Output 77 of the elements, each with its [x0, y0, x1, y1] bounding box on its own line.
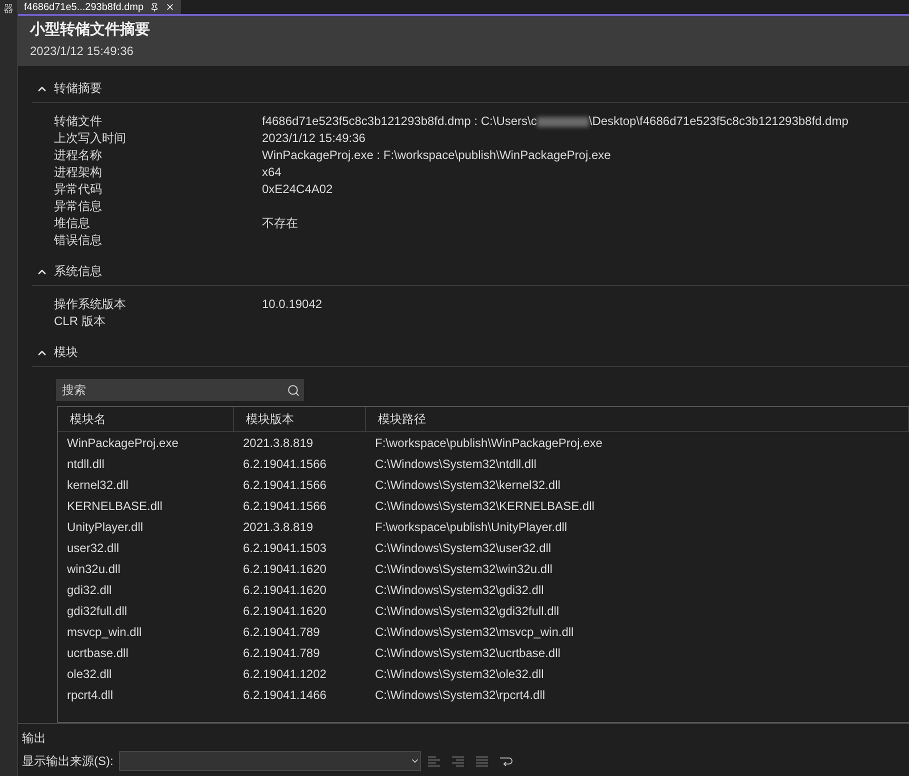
table-cell-text: 6.2.19041.1566 — [242, 498, 328, 512]
property-value: f4686d71e523f5c8c3b121293b8fd.dmp : C:\Users\c — [262, 114, 537, 128]
table-cell-text: UnityPlayer.dll — [66, 520, 144, 534]
table-cell-text: 6.2.19041.789 — [242, 646, 321, 660]
table-cell-text: C:\Windows\System32\gdi32full.dll — [374, 604, 560, 618]
column-header[interactable]: 模块版本 — [234, 407, 366, 431]
table-cell-text: 6.2.19041.1566 — [242, 456, 328, 470]
word-wrap-icon[interactable] — [499, 755, 514, 767]
table-cell-text: 6.2.19041.1620 — [242, 582, 328, 596]
search-icon[interactable] — [287, 384, 300, 396]
table-cell-text: ole32.dll — [66, 666, 113, 680]
table-cell-text: rpcrt4.dll — [66, 688, 114, 702]
property-label: 进程架构 — [54, 164, 103, 181]
property-label: 异常信息 — [54, 198, 103, 215]
property-value: \Desktop\f4686d71e523f5c8c3b121293b8fd.dmp — [588, 114, 848, 128]
document-tab[interactable]: f4686d71e5...293b8fd.dmp — [18, 0, 181, 14]
table-cell-text: C:\Windows\System32\win32u.dll — [374, 562, 554, 576]
align-icon[interactable] — [451, 755, 466, 767]
property-value: 10.0.19042 — [262, 296, 324, 313]
property-value: 2023/1/12 15:49:36 — [262, 130, 366, 147]
table-cell-text: WinPackageProj.exe — [66, 436, 180, 450]
table-cell-text: 6.2.19041.1503 — [242, 540, 328, 554]
table-cell-text: 2021.3.8.819 — [242, 436, 314, 450]
table-cell-text: ucrtbase.dll — [66, 646, 130, 660]
table-cell-text: 6.2.19041.1202 — [242, 666, 328, 680]
table-cell-text: F:\workspace\publish\WinPackageProj.exe — [374, 436, 604, 450]
table-cell-text: kernel32.dll — [66, 478, 130, 492]
property-label: 进程名称 — [54, 147, 103, 164]
table-cell-text: 6.2.19041.1620 — [242, 604, 328, 618]
table-cell-text: C:\Windows\System32\gdi32.dll — [374, 582, 545, 596]
property-label: 异常代码 — [54, 181, 103, 198]
section-title: 转储摘要 — [54, 80, 102, 97]
output-source-label: 显示输出来源(S): — [21, 752, 114, 770]
section-title: 模块 — [54, 344, 78, 361]
table-cell-text: C:\Windows\System32\ucrtbase.dll — [374, 646, 562, 660]
table-cell-text: KERNELBASE.dll — [66, 498, 164, 512]
table-cell-text: gdi32.dll — [66, 582, 113, 596]
side-tab[interactable]: 器 — [4, 4, 14, 15]
list-icon[interactable] — [475, 755, 490, 767]
table-cell-text: C:\Windows\System32\ole32.dll — [374, 666, 545, 680]
property-label: 错误信息 — [54, 232, 103, 249]
output-title: 输出 — [21, 730, 47, 747]
property-value: WinPackageProj.exe : F:\workspace\publish\WinPackageProj.exe — [262, 147, 612, 164]
table-cell-text: user32.dll — [66, 540, 120, 554]
table-cell-text: 6.2.19041.1466 — [242, 688, 328, 702]
align-icon[interactable] — [427, 755, 442, 767]
table-cell-text: 6.2.19041.789 — [242, 624, 321, 638]
column-header[interactable]: 模块名 — [58, 407, 234, 431]
property-label: CLR 版本 — [54, 313, 106, 330]
column-header[interactable]: 模块路径 — [366, 407, 909, 431]
table-cell-text: 6.2.19041.1620 — [242, 562, 328, 576]
section-title: 系统信息 — [54, 263, 102, 280]
table-cell-text: C:\Windows\System32\ntdll.dll — [374, 456, 538, 470]
table-cell-text: msvcp_win.dll — [66, 624, 143, 638]
table-cell-text: win32u.dll — [66, 562, 122, 576]
property-label: 堆信息 — [54, 215, 91, 232]
property-label: 转储文件 — [54, 113, 103, 130]
summary-date: 2023/1/12 15:49:36 — [30, 44, 134, 58]
table-cell-text: F:\workspace\publish\UnityPlayer.dll — [374, 520, 568, 534]
table-cell-text: C:\Windows\System32\KERNELBASE.dll — [374, 498, 596, 512]
table-cell-text: C:\Windows\System32\rpcrt4.dll — [374, 688, 546, 702]
property-value: x64 — [262, 164, 282, 181]
summary-title: 小型转储文件摘要 — [30, 20, 151, 39]
property-label: 上次写入时间 — [54, 130, 127, 147]
search-field[interactable]: 搜索 — [56, 379, 304, 401]
table-cell-text: 2021.3.8.819 — [242, 520, 314, 534]
table-cell-text: C:\Windows\System32\user32.dll — [374, 540, 552, 554]
table-cell-text: ntdll.dll — [66, 456, 106, 470]
table-cell-text: gdi32full.dll — [66, 604, 128, 618]
property-label: 操作系统版本 — [54, 296, 127, 313]
table-cell-text: 6.2.19041.1566 — [242, 478, 328, 492]
property-value: 0xE24C4A02 — [262, 181, 334, 198]
table-cell-text: C:\Windows\System32\msvcp_win.dll — [374, 624, 575, 638]
close-icon[interactable] — [164, 2, 175, 12]
pin-icon[interactable] — [150, 2, 159, 12]
table-cell-text: C:\Windows\System32\kernel32.dll — [374, 478, 562, 492]
property-value: 不存在 — [262, 215, 299, 232]
